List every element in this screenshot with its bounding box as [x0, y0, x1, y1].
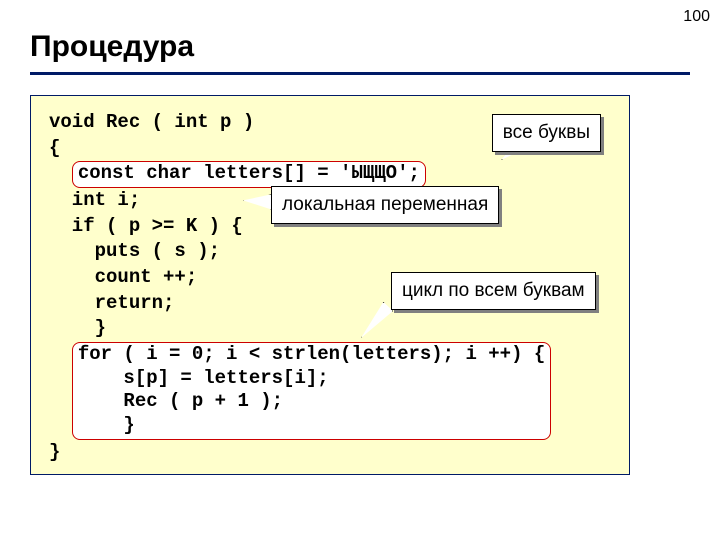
code-highlight: const char letters[] = 'ЫЩЩО';: [72, 161, 426, 188]
callout-loop: цикл по всем буквам: [391, 272, 596, 310]
code-line: }: [49, 440, 611, 466]
code-line: const char letters[] = 'ЫЩЩО';: [49, 161, 611, 188]
code-text: for ( i = 0; i < strlen(letters); i ++) …: [78, 343, 545, 365]
page-number: 100: [683, 8, 710, 26]
code-text: [49, 162, 72, 184]
code-text: [49, 414, 72, 436]
code-box: все буквы локальная переменная цикл по в…: [30, 95, 630, 475]
slide-title: Процедура: [30, 30, 690, 64]
code-text: }: [78, 414, 135, 436]
title-rule: [30, 72, 690, 75]
code-text: Rec ( p + 1 );: [78, 390, 283, 412]
callout-all-letters: все буквы: [492, 114, 601, 152]
code-line: }: [49, 316, 611, 342]
callout-local-var: локальная переменная: [271, 186, 499, 224]
code-text: s[p] = letters[i];: [78, 367, 329, 389]
slide-container: 100 Процедура все буквы локальная переме…: [0, 0, 720, 540]
code-line: puts ( s );: [49, 239, 611, 265]
code-line: for ( i = 0; i < strlen(letters); i ++) …: [49, 342, 611, 440]
code-highlight: for ( i = 0; i < strlen(letters); i ++) …: [72, 342, 551, 440]
